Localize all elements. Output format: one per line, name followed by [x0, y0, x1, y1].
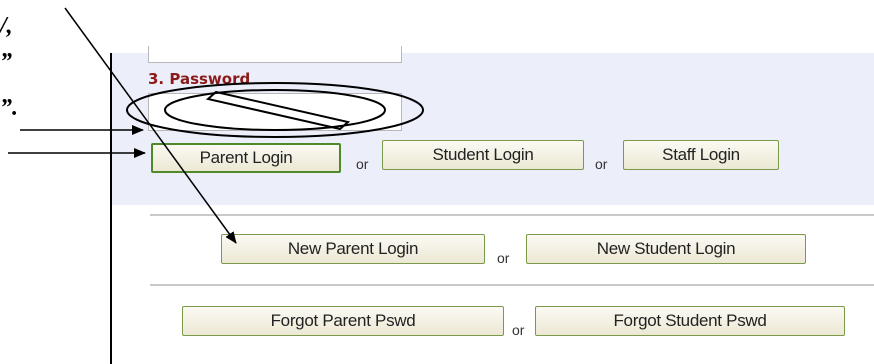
slash-annotation [205, 90, 351, 131]
annotation-overlay [8, 7, 424, 244]
inner-circle-annotation [164, 89, 386, 131]
outer-circle-annotation [126, 82, 424, 138]
